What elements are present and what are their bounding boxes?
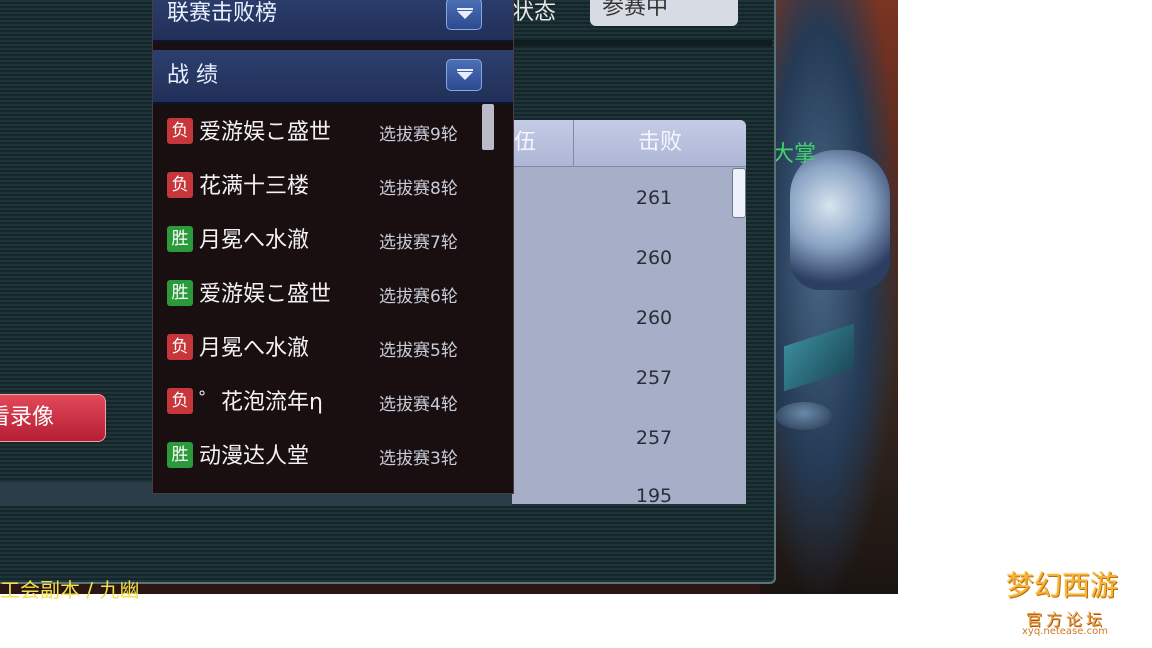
opponent-name: 月冕へ水澈 [199,336,310,361]
table-row[interactable]: 195 [574,466,734,504]
list-item[interactable]: 胜月冕へ水澈 选拔赛7轮 [153,214,491,268]
opponent-name: 爱游娱こ盛世 [199,120,332,145]
opponent-name: ゜花泡流年η [199,390,323,415]
list-item[interactable]: 负爱游娱こ盛世 选拔赛9轮 [153,106,491,160]
table-row[interactable]: 257 [574,348,734,408]
bowl-prop [776,402,832,430]
column-header-team[interactable]: 伍 [512,120,574,166]
round-label: 选拔赛3轮 [379,449,458,469]
table-row[interactable]: 260 [574,288,734,348]
table-header: 伍 击败 [512,120,746,167]
win-badge: 胜 [167,442,193,468]
round-label: 选拔赛6轮 [379,287,458,307]
dropdown-button[interactable] [446,0,482,30]
list-scrollbar-thumb[interactable] [482,104,494,150]
round-label: 选拔赛8轮 [379,179,458,199]
chevron-down-icon [457,72,473,80]
list-item[interactable]: 胜爱游娱こ盛世 选拔赛6轮 [153,268,491,322]
status-label: 状态 [512,0,557,25]
replay-button-label: 看录像 [0,405,55,430]
opponent-name: 月冕へ水澈 [199,228,310,253]
dropdown-button[interactable] [446,59,482,91]
round-label: 选拔赛4轮 [379,395,458,415]
site-logo: 梦幻西游 官方论坛 xyq.netease.com [1002,562,1144,642]
lose-badge: 负 [167,334,193,360]
background-right-room [760,0,898,594]
list-item[interactable]: 胜动漫达人堂 选拔赛3轮 [153,430,491,484]
npc-name[interactable]: 大掌 [772,136,816,168]
list-item[interactable]: 负゜花泡流年η 选拔赛4轮 [153,376,491,430]
dropdown-bar-icon [457,69,473,71]
opponent-name: 花满十三楼 [199,174,310,199]
chevron-down-icon [457,11,473,19]
list-item[interactable]: 负花满十三楼 选拔赛8轮 [153,160,491,214]
win-badge: 胜 [167,280,193,306]
column-header-kills[interactable]: 击败 [574,120,746,166]
battle-record-panel: 联赛击败榜 战 绩 负爱游娱こ盛世 选拔赛9轮负花满十三楼 选拔赛8轮胜月冕へ水澈选… [152,0,514,494]
kill-ranking-table: 伍 击败 261 260 260 257 257 195 [512,120,746,504]
logo-url: xyq.netease.com [1022,626,1108,637]
opponent-name: 动漫达人堂 [199,444,310,469]
dropdown-battle-record[interactable]: 战 绩 [153,50,513,104]
lose-badge: 负 [167,118,193,144]
win-badge: 胜 [167,226,193,252]
table-row[interactable]: 260 [574,228,734,288]
dropdown-bar-icon [457,8,473,10]
divider [514,40,772,46]
battle-record-list: 负爱游娱こ盛世 选拔赛9轮负花满十三楼 选拔赛8轮胜月冕へ水澈 选拔赛7轮胜爱游娱こ盛… [153,106,491,484]
lose-badge: 负 [167,172,193,198]
dropdown-label: 联赛击败榜 [167,1,278,26]
dropdown-kill-ranking[interactable]: 联赛击败榜 [153,0,513,42]
porcelain-jar [790,150,890,290]
dropdown-label: 战 绩 [167,63,218,88]
game-scene: 大掌 状态 参赛中 伍 击败 261 260 260 257 257 195 联… [0,0,898,594]
table-scrollbar-thumb[interactable] [732,168,746,218]
round-label: 选拔赛7轮 [379,233,458,253]
lose-badge: 负 [167,388,193,414]
round-label: 选拔赛9轮 [379,125,458,145]
logo-title: 梦幻西游 [1006,569,1119,602]
chat-channel-text[interactable]: 工会副本 / 九幽 [0,578,140,604]
opponent-name: 爱游娱こ盛世 [199,282,332,307]
status-value: 参赛中 [590,0,738,26]
watch-replay-button[interactable]: 看录像 [0,394,106,442]
list-item[interactable]: 负月冕へ水澈 选拔赛5轮 [153,322,491,376]
round-label: 选拔赛5轮 [379,341,458,361]
table-row[interactable]: 257 [574,408,734,468]
table-row[interactable]: 261 [574,168,734,228]
